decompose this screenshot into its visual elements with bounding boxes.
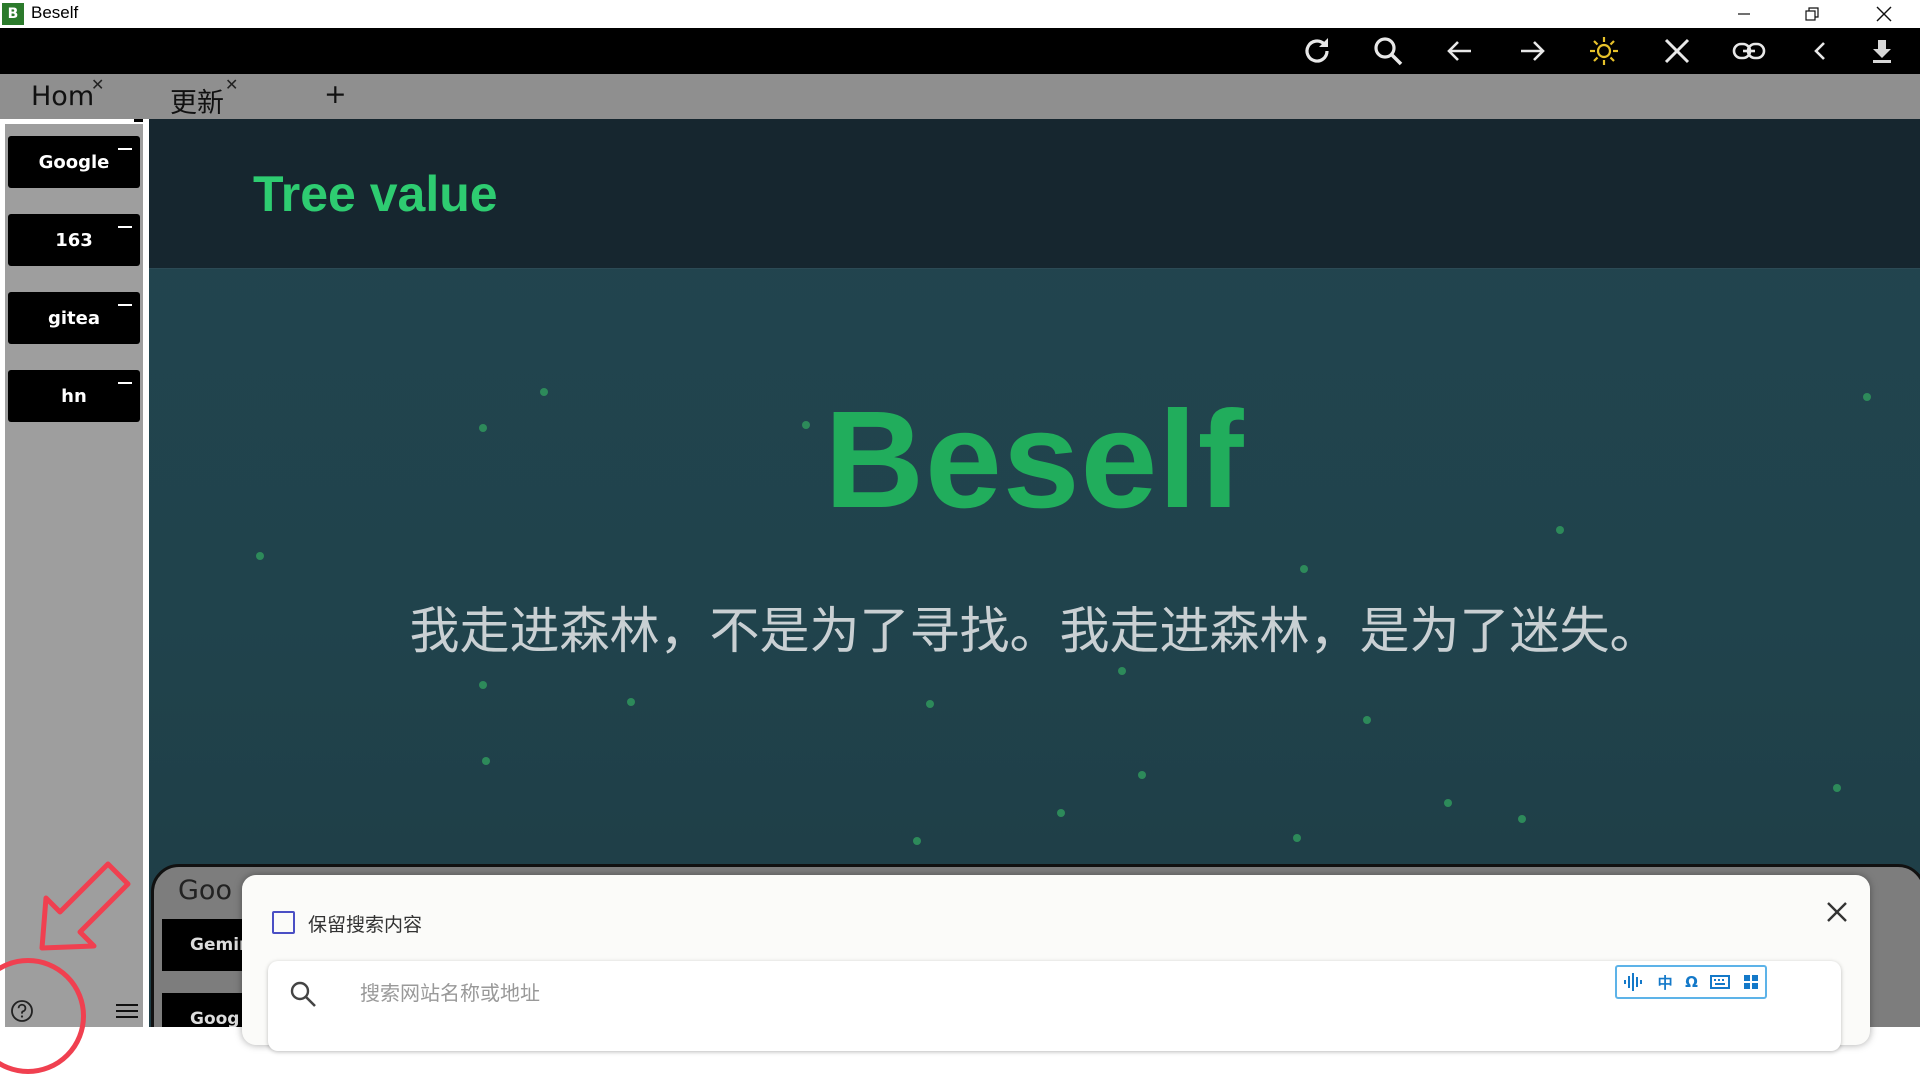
particle-dot	[479, 681, 487, 689]
bookmark-163[interactable]: 163	[8, 214, 140, 266]
keep-search-label[interactable]: 保留搜索内容	[308, 910, 422, 937]
search-input[interactable]	[358, 975, 1362, 1011]
tab-home[interactable]: Hom ✕	[0, 74, 125, 119]
link-icon[interactable]	[1729, 36, 1769, 66]
particle-dot	[1138, 771, 1146, 779]
bookmark-label: hn	[61, 385, 87, 407]
particle-dot	[1300, 565, 1308, 573]
particle-dot	[1057, 809, 1065, 817]
search-icon[interactable]	[1368, 36, 1408, 66]
bookmark-gitea[interactable]: gitea	[8, 292, 140, 344]
ime-toolbar[interactable]: 中 Ω	[1615, 965, 1767, 999]
ime-symbol-button[interactable]: Ω	[1685, 973, 1698, 991]
keep-search-checkbox[interactable]	[272, 911, 295, 934]
search-dialog: 保留搜索内容 中 Ω	[242, 875, 1870, 1051]
window-title-bar: B Beself	[0, 0, 1920, 28]
tab-bar: Hom ✕ 更新 ✕ +	[0, 74, 1920, 122]
particle-dot	[256, 552, 264, 560]
tab-label: Hom	[31, 81, 95, 112]
chevron-left-icon[interactable]	[1800, 36, 1840, 66]
particle-dot	[913, 837, 921, 845]
forward-arrow-icon[interactable]	[1512, 36, 1552, 66]
hero-title: Beself	[824, 383, 1245, 537]
refresh-icon[interactable]	[1297, 36, 1337, 66]
particle-dot	[926, 700, 934, 708]
menu-icon[interactable]	[116, 1002, 138, 1024]
particle-dot	[802, 421, 810, 429]
particle-dot	[627, 698, 635, 706]
particle-dot	[1833, 784, 1841, 792]
particle-dot	[1118, 667, 1126, 675]
bookmark-hn[interactable]: hn	[8, 370, 140, 422]
remove-bookmark-icon[interactable]	[118, 226, 132, 228]
new-tab-button[interactable]: +	[268, 74, 403, 120]
minimize-icon[interactable]	[1716, 0, 1772, 28]
voice-input-icon[interactable]	[1623, 972, 1645, 992]
bookmark-google[interactable]: Google	[8, 136, 140, 188]
search-icon	[288, 979, 318, 1013]
bookmark-label: Google	[38, 151, 110, 173]
inner-bookmark-label: Goog	[190, 1009, 240, 1027]
tab-label: 更新	[170, 88, 224, 119]
dialog-close-icon[interactable]	[1820, 895, 1854, 929]
ime-chinese-mode[interactable]: 中	[1658, 972, 1673, 993]
close-x-icon[interactable]	[1657, 36, 1697, 66]
particle-dot	[479, 424, 487, 432]
remove-bookmark-icon[interactable]	[118, 382, 132, 384]
inner-tab-label[interactable]: Goo	[178, 875, 232, 906]
particle-dot	[482, 757, 490, 765]
restore-icon[interactable]	[1784, 0, 1840, 28]
bookmark-label: gitea	[47, 307, 100, 329]
annotation-arrow-icon	[30, 848, 140, 962]
download-icon[interactable]	[1862, 36, 1902, 66]
browser-toolbar	[0, 28, 1920, 74]
particle-dot	[1863, 393, 1871, 401]
tab-update[interactable]: 更新 ✕	[134, 74, 268, 122]
remove-bookmark-icon[interactable]	[118, 304, 132, 306]
tab-close-icon[interactable]: ✕	[225, 75, 238, 94]
particle-dot	[1363, 716, 1371, 724]
window-title: Beself	[31, 3, 79, 22]
keyboard-icon[interactable]	[1710, 975, 1731, 989]
remove-bookmark-icon[interactable]	[118, 148, 132, 150]
new-tab-label: +	[324, 79, 347, 110]
sun-icon[interactable]	[1584, 36, 1624, 66]
search-box: 中 Ω	[268, 961, 1841, 1051]
particle-dot	[1444, 799, 1452, 807]
particle-dot	[1556, 526, 1564, 534]
particle-dot	[1293, 834, 1301, 842]
bookmark-label: 163	[55, 229, 93, 251]
app-icon: B	[2, 3, 24, 25]
ime-menu-icon[interactable]	[1743, 974, 1759, 990]
site-title[interactable]: Tree value	[253, 165, 498, 223]
back-arrow-icon[interactable]	[1440, 36, 1480, 66]
tab-close-icon[interactable]: ✕	[91, 75, 104, 94]
particle-dot	[1518, 815, 1526, 823]
close-icon[interactable]	[1856, 0, 1912, 28]
hero-subtitle: 我走进森林，不是为了寻找。我走进森林，是为了迷失。	[409, 602, 1660, 660]
site-header: Tree value	[149, 119, 1920, 269]
particle-dot	[540, 388, 548, 396]
